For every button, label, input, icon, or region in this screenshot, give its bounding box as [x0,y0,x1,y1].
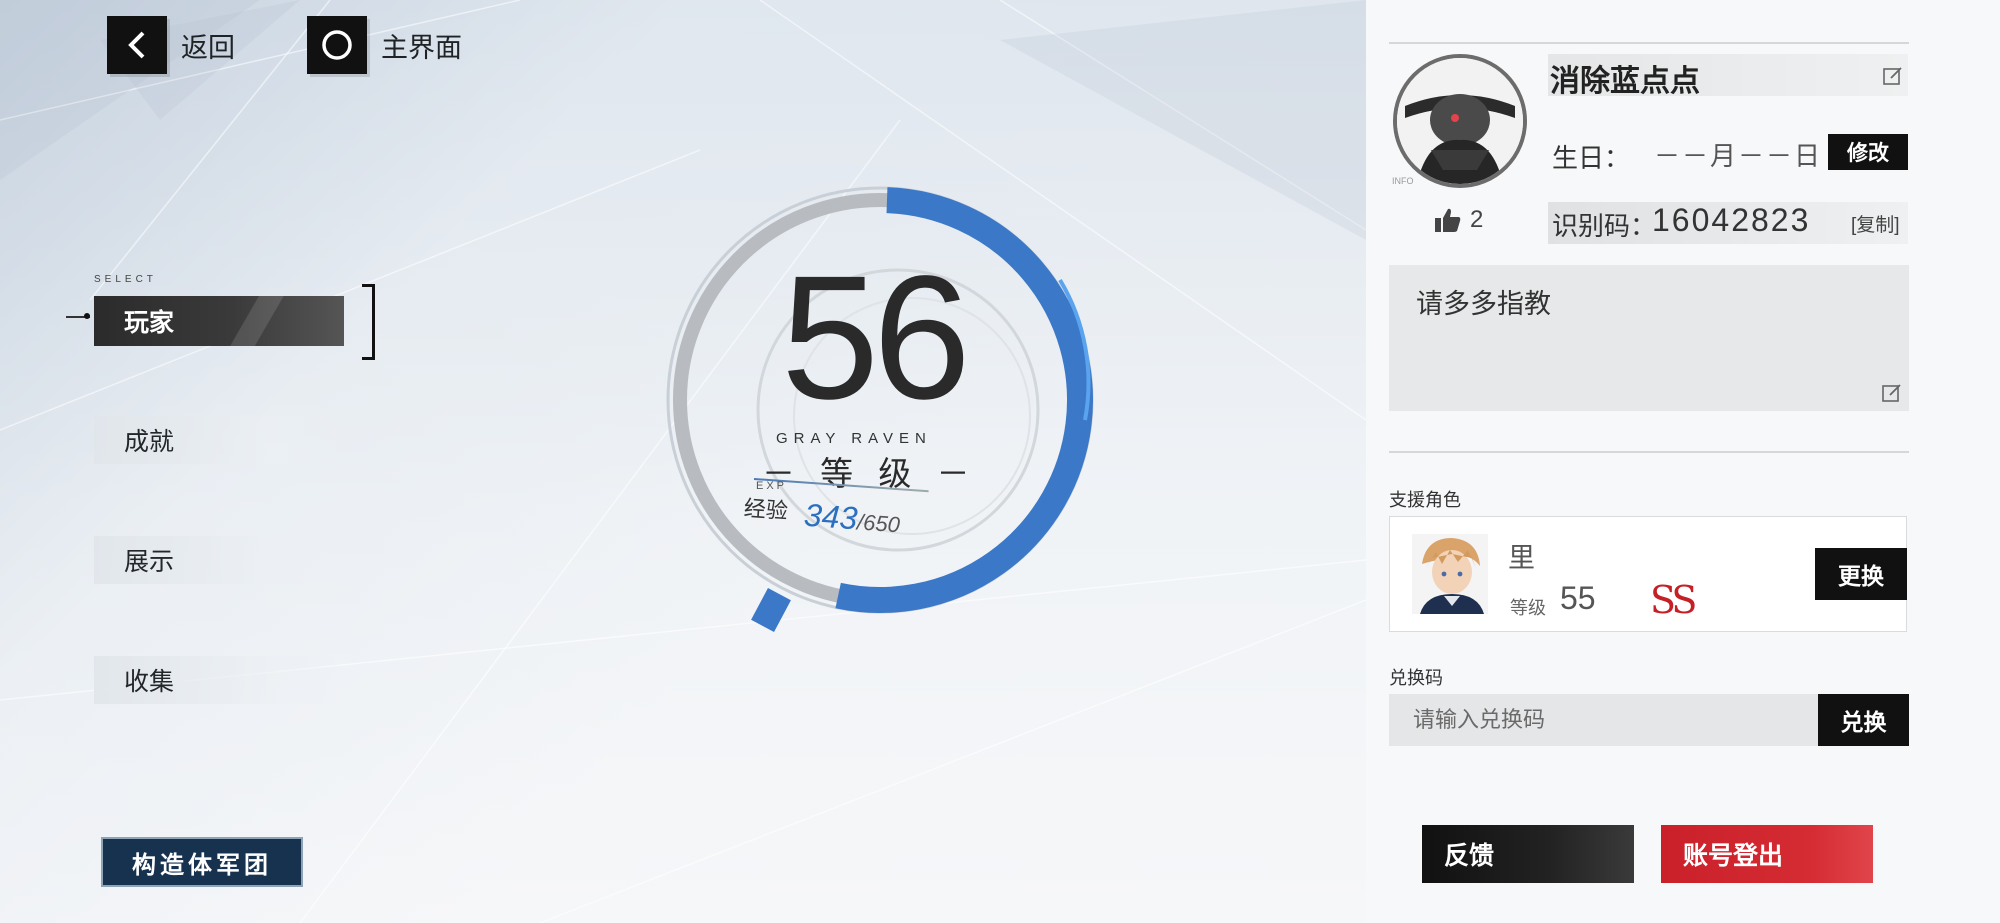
username: 消除蓝点点 [1550,65,1700,98]
exp-tag: EXP [756,480,788,492]
select-tag: SELECT [94,274,157,285]
level-subtitle: GRAY RAVEN [776,430,932,447]
birthday-value: －－月－－日 [1654,141,1823,171]
likes-count: 2 [1470,206,1484,233]
home-label: 主界面 [381,32,462,63]
divider [1389,451,1909,453]
modify-birthday-button[interactable]: 修改 [1828,134,1908,170]
nav-item-display[interactable]: 展示 [94,536,344,584]
support-level-label: 等级 [1510,598,1546,618]
thumbs-up-icon [1435,208,1461,232]
avatar[interactable] [1393,54,1527,188]
signature-text: 请多多指教 [1416,289,1551,319]
avatar-image [1397,58,1523,184]
id-value: 16042823 [1652,202,1811,238]
support-section-label: 支援角色 [1389,490,1461,510]
redeem-button[interactable]: 兑换 [1818,694,1909,746]
nav-select-bracket [362,284,375,360]
support-character-portrait [1412,534,1488,614]
nav-pointer [66,313,90,319]
exp-max: /650 [856,509,901,538]
divider [1389,42,1909,44]
copy-id-button[interactable]: [复制] [1851,210,1900,237]
avatar-tag: INFO [1392,176,1414,186]
home-button[interactable]: 主界面 [307,16,462,74]
back-label: 返回 [181,32,235,63]
nav-item-collection[interactable]: 收集 [94,656,344,704]
level-number: 56 [781,240,971,436]
edit-name-icon[interactable] [1883,66,1903,86]
home-circle-icon [307,16,367,74]
exp-value: 343/650 [803,497,902,541]
support-level: 55 [1560,580,1596,616]
chevron-left-icon [107,16,167,74]
construct-legion-button[interactable]: 构造体军团 [101,837,303,887]
logout-button[interactable]: 账号登出 [1661,825,1873,883]
id-label: 识别码： [1552,211,1657,241]
gauge-tick [751,588,791,632]
edit-signature-icon[interactable] [1882,383,1902,403]
likes[interactable]: 2 [1434,206,1483,234]
back-button[interactable]: 返回 [107,16,235,74]
birthday-label: 生日： [1552,143,1631,173]
support-character-name: 里 [1508,543,1535,573]
support-rank: SS [1650,578,1697,622]
nav-item-achievements[interactable]: 成就 [94,416,344,464]
nav-item-player[interactable]: 玩家 [94,296,344,346]
nav-item-label: 展示 [124,548,175,576]
nav-item-label: 成就 [124,428,175,456]
exp-current: 343 [802,496,859,537]
swap-support-button[interactable]: 更换 [1815,548,1907,600]
nav-item-label: 收集 [124,668,175,696]
exp-label: 经验 [743,495,789,524]
nav-item-label: 玩家 [124,309,175,337]
redeem-section-label: 兑换码 [1389,668,1443,688]
feedback-button[interactable]: 反馈 [1422,825,1634,883]
redeem-code-input[interactable] [1389,694,1819,746]
